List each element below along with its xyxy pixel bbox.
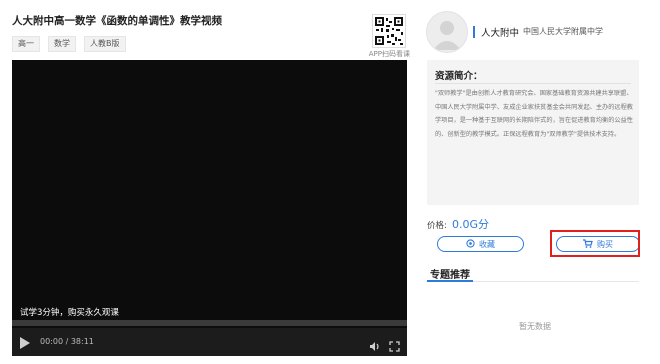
trial-notice: 试学3分钟，购买永久观课 (20, 308, 119, 318)
time-display: 00:00 / 38:11 (40, 337, 94, 346)
intro-text: "双师教学"是由创新人才教育研究会、国家基础教育资源共建共享联盟、中国人民大学附… (435, 90, 633, 138)
price-label: 价格: (427, 221, 447, 231)
tag-edition[interactable]: 人教B版 (84, 36, 126, 52)
intro-title: 资源简介： (435, 71, 483, 82)
favorite-button[interactable]: 收藏 (437, 236, 524, 252)
recommend-title: 专题推荐 (430, 270, 470, 281)
teacher-org-short[interactable]: 人大附中 (481, 25, 519, 39)
favorite-icon (466, 238, 475, 250)
player-controls: 00:00 / 38:11 (12, 328, 407, 356)
teacher-org-full: 中国人民大学附属中学 (523, 27, 603, 36)
course-title: 人大附中高一数学《函数的单调性》教学视频 (12, 15, 222, 27)
recommend-underline (427, 280, 473, 282)
qr-label: APP扫码看课 (368, 50, 410, 58)
fullscreen-icon[interactable] (389, 337, 400, 352)
empty-state: 暂无数据 (519, 322, 551, 331)
intro-panel: 资源简介： "双师教学"是由创新人才教育研究会、国家基础教育资源共建共享联盟、中… (427, 60, 639, 205)
favorite-label: 收藏 (479, 239, 495, 249)
avatar (426, 11, 468, 53)
play-icon[interactable] (20, 337, 30, 349)
tag-subject[interactable]: 数学 (48, 36, 76, 52)
price-value: 0.0G分 (452, 218, 490, 231)
org-accent-bar (473, 26, 475, 38)
volume-icon[interactable] (369, 337, 381, 351)
buy-highlight-box (550, 230, 640, 257)
intro-divider (435, 83, 631, 84)
video-player[interactable]: 试学3分钟，购买永久观课 00:00 / 38:11 (12, 60, 407, 356)
tag-grade[interactable]: 高一 (12, 36, 40, 52)
tag-list: 高一 数学 人教B版 (12, 36, 126, 52)
progress-bar[interactable] (12, 320, 407, 326)
qr-code-icon (372, 14, 406, 48)
